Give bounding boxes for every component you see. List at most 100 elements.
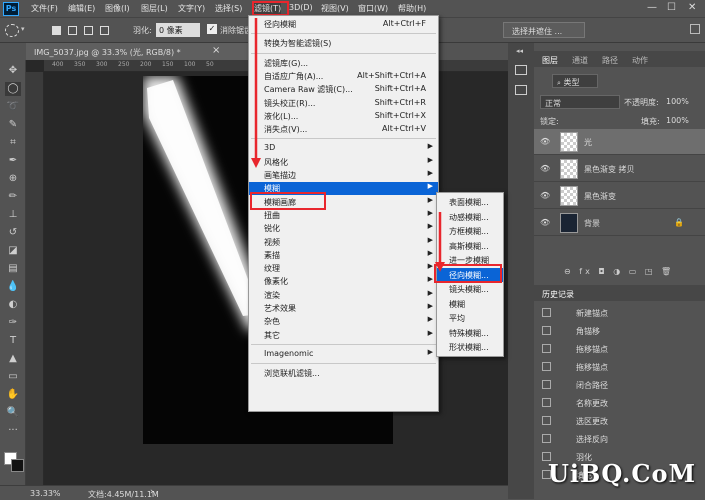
more-tools-icon[interactable]: ··· (5, 424, 21, 438)
feather-input[interactable]: 0 像素 (156, 23, 200, 37)
eye-icon[interactable]: 👁 (540, 164, 550, 173)
hand-tool-icon[interactable]: ✋ (5, 388, 21, 402)
blend-mode-select[interactable]: 正常 (540, 95, 620, 109)
filter-menu-item[interactable]: Camera Raw 滤镜(C)... Shift+Ctrl+A (249, 83, 438, 96)
close-button[interactable]: ✕ (688, 2, 696, 13)
shape-tool-icon[interactable]: ▭ (5, 370, 21, 384)
filter-menu-item[interactable]: 镜头校正(R)... Shift+Ctrl+R (249, 97, 438, 110)
menu-item-4[interactable]: 文字(Y) (178, 3, 205, 14)
blur-submenu-item[interactable]: 动感模糊... (437, 210, 503, 224)
document-tab[interactable]: IMG_5037.jpg @ 33.3% (光, RGB/8) * × (26, 43, 256, 60)
move-tool-icon[interactable]: ✥ (5, 64, 21, 78)
blur-submenu-item[interactable]: 镜头模糊... (437, 282, 503, 296)
filter-menu-item[interactable]: 风格化 ▶ (249, 156, 438, 169)
crop-tool-icon[interactable]: ⌗ (5, 136, 21, 150)
filter-menu-item[interactable]: 素描 ▶ (249, 249, 438, 262)
stamp-tool-icon[interactable]: ⊥ (5, 208, 21, 222)
tab-channels[interactable]: 通道 (572, 55, 588, 66)
filter-menu-item[interactable]: 视频 ▶ (249, 236, 438, 249)
history-item[interactable]: 角锚移 (542, 323, 697, 338)
history-item[interactable]: 选择反向 (542, 431, 697, 446)
filter-menu-item[interactable]: 滤镜库(G)... (249, 57, 438, 70)
eye-icon[interactable]: 👁 (540, 218, 550, 227)
eyedropper-icon[interactable]: ✒ (5, 154, 21, 168)
eye-icon[interactable]: 👁 (540, 191, 550, 200)
eye-icon[interactable]: 👁 (540, 137, 550, 146)
filter-menu-item[interactable]: 模糊画廊 ▶ (249, 196, 438, 209)
layers-footer-icons[interactable]: ⊖ fx ◘ ◑ ▭ ◳ 🗑 (564, 267, 674, 276)
menu-item-8[interactable]: 视图(V) (321, 3, 349, 14)
maximize-button[interactable]: ☐ (667, 2, 676, 13)
path-select-icon[interactable]: ▲ (5, 352, 21, 366)
marquee-tool-icon[interactable]: ◯ (5, 82, 21, 96)
healing-brush-icon[interactable]: ⊕ (5, 172, 21, 186)
tab-actions[interactable]: 动作 (632, 55, 648, 66)
tab-layers[interactable]: 图层 (542, 55, 558, 66)
opacity-value[interactable]: 100% (666, 97, 689, 106)
filter-menu-item[interactable]: 其它 ▶ (249, 329, 438, 342)
blur-tool-icon[interactable]: 💧 (5, 280, 21, 294)
antialias-checkbox[interactable]: ✓ (207, 24, 217, 34)
lasso-icon[interactable]: ➰ (5, 100, 21, 114)
filter-menu-item[interactable]: 画笔描边 ▶ (249, 169, 438, 182)
blur-submenu-item[interactable]: 方框模糊... (437, 224, 503, 238)
new-selection-icon[interactable] (52, 26, 61, 35)
select-and-mask-button[interactable]: 选择并遮住 ... (503, 22, 585, 38)
layer-row[interactable]: 👁 背景 🔒 (534, 210, 705, 236)
workspace-icon[interactable] (690, 24, 700, 34)
layer-row[interactable]: 👁 黑色渐变 拷贝 (534, 156, 705, 182)
filter-menu-item[interactable]: 渲染 ▶ (249, 289, 438, 302)
filter-menu-item[interactable]: 消失点(V)... Alt+Ctrl+V (249, 123, 438, 136)
subtract-selection-icon[interactable] (84, 26, 93, 35)
close-tab-icon[interactable]: × (212, 45, 220, 56)
filter-menu-item[interactable]: 径向模糊 Alt+Ctrl+F (249, 18, 438, 31)
fill-value[interactable]: 100% (666, 116, 689, 125)
menu-item-5[interactable]: 选择(S) (215, 3, 242, 14)
filter-menu-item[interactable]: 3D ▶ (249, 142, 438, 155)
filter-menu-item[interactable]: 模糊 ▶ (249, 182, 438, 196)
filter-menu-item[interactable]: 浏览联机滤镜... (249, 367, 438, 380)
blur-submenu-item[interactable]: 表面模糊... (437, 195, 503, 209)
filter-menu-item[interactable]: 锐化 ▶ (249, 222, 438, 235)
lasso-tool-icon[interactable] (5, 24, 19, 37)
blur-submenu-item[interactable]: 形状模糊... (437, 340, 503, 354)
filter-menu-item[interactable]: 纹理 ▶ (249, 262, 438, 275)
zoom-tool-icon[interactable]: 🔍 (5, 406, 21, 420)
menu-item-10[interactable]: 帮助(H) (398, 3, 426, 14)
status-arrow-icon[interactable]: › (150, 487, 154, 497)
blur-submenu-item[interactable]: 进一步模糊 (437, 253, 503, 267)
history-item[interactable]: 拖移锚点 (542, 359, 697, 374)
filter-menu-item[interactable]: 自适应广角(A)... Alt+Shift+Ctrl+A (249, 70, 438, 83)
filter-menu-item[interactable]: 像素化 ▶ (249, 275, 438, 288)
menu-item-3[interactable]: 图层(L) (141, 3, 168, 14)
tab-paths[interactable]: 路径 (602, 55, 618, 66)
history-panel-icon[interactable] (515, 65, 527, 75)
blur-submenu-item[interactable]: 模糊 (437, 297, 503, 311)
menu-item-0[interactable]: 文件(F) (31, 3, 58, 14)
layer-row[interactable]: 👁 光 (534, 129, 705, 155)
dock-collapse-icon[interactable]: ◂◂ (516, 47, 523, 55)
pen-tool-icon[interactable]: ✑ (5, 316, 21, 330)
filter-menu-item[interactable]: Imagenomic ▶ (249, 348, 438, 361)
history-item[interactable]: 闭合路径 (542, 377, 697, 392)
background-color-swatch[interactable] (11, 459, 24, 472)
minimize-button[interactable]: — (647, 2, 657, 13)
layer-kind-filter[interactable]: ⌕ 类型 (552, 74, 598, 88)
menu-item-7[interactable]: 3D(D) (289, 3, 313, 12)
history-item[interactable]: 名称更改 (542, 395, 697, 410)
history-brush-icon[interactable]: ↺ (5, 226, 21, 240)
type-tool-icon[interactable]: T (5, 334, 21, 348)
menu-item-2[interactable]: 图像(I) (105, 3, 130, 14)
filter-menu-item[interactable]: 扭曲 ▶ (249, 209, 438, 222)
quick-select-icon[interactable]: ✎ (5, 118, 21, 132)
zoom-level[interactable]: 33.33% (30, 489, 61, 498)
add-selection-icon[interactable] (68, 26, 77, 35)
eraser-icon[interactable]: ◪ (5, 244, 21, 258)
filter-menu-item[interactable]: 液化(L)... Shift+Ctrl+X (249, 110, 438, 123)
filter-menu-item[interactable]: 杂色 ▶ (249, 315, 438, 328)
blur-submenu-item[interactable]: 平均 (437, 311, 503, 325)
chevron-down-icon[interactable]: ▾ (21, 25, 25, 33)
blur-submenu-item[interactable]: 特殊模糊... (437, 326, 503, 340)
history-item[interactable]: 拖移锚点 (542, 341, 697, 356)
filter-menu-item[interactable]: 转换为智能滤镜(S) (249, 37, 438, 50)
